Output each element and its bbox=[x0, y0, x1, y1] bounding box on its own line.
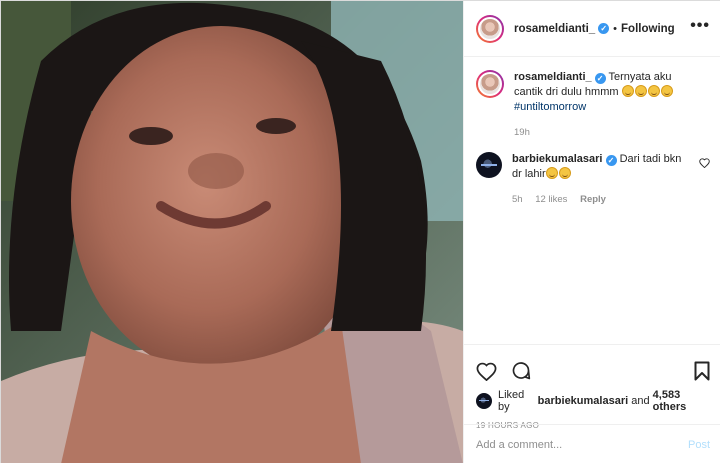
comment-likes[interactable]: 12 likes bbox=[535, 194, 567, 205]
likes-summary: Liked by barbiekumalasari and 4,583 othe… bbox=[476, 389, 710, 413]
caption-meta: 19h bbox=[514, 125, 689, 140]
liker-avatar[interactable] bbox=[476, 393, 492, 409]
commenter-username[interactable]: barbiekumalasari bbox=[512, 153, 603, 165]
emoji-icon bbox=[660, 85, 673, 97]
verified-icon: ✓ bbox=[594, 73, 606, 84]
author-avatar[interactable] bbox=[476, 14, 504, 43]
heart-icon[interactable] bbox=[476, 362, 497, 381]
add-comment-bar: Post bbox=[464, 424, 720, 463]
caption: rosameldianti_ ✓ Ternyata aku cantik dri … bbox=[476, 70, 710, 140]
post-side-panel: rosameldianti_ ✓ • Following ••• rosamel… bbox=[463, 1, 720, 463]
separator-dot: • bbox=[613, 22, 618, 35]
caption-hashtag-link[interactable]: #untiltomorrow bbox=[514, 100, 689, 115]
caption-avatar[interactable] bbox=[476, 70, 504, 98]
author-username[interactable]: rosameldianti_ bbox=[514, 23, 595, 35]
comment-meta: 5h 12 likes Reply bbox=[512, 192, 687, 207]
post-actions: Liked by barbiekumalasari and 4,583 othe… bbox=[464, 344, 720, 430]
bookmark-icon[interactable] bbox=[694, 361, 710, 384]
like-comment-heart-icon[interactable] bbox=[699, 158, 710, 171]
selfie-image bbox=[1, 1, 463, 463]
liker-username[interactable]: barbiekumalasari bbox=[538, 395, 629, 407]
emoji-icon bbox=[634, 85, 647, 97]
emoji-icon bbox=[545, 167, 558, 179]
comments-list[interactable]: rosameldianti_ ✓ Ternyata aku cantik dri … bbox=[464, 58, 720, 344]
likes-conjunction: and bbox=[631, 395, 650, 407]
likes-prefix: Liked by bbox=[498, 389, 525, 413]
emoji-group bbox=[545, 167, 572, 180]
commenter-avatar[interactable] bbox=[476, 152, 502, 178]
reply-button[interactable]: Reply bbox=[580, 194, 606, 205]
comment-icon[interactable] bbox=[511, 361, 531, 381]
verified-icon: ✓ bbox=[605, 155, 617, 166]
likes-others-link[interactable]: 4,583 others bbox=[653, 389, 710, 413]
caption-time[interactable]: 19h bbox=[514, 127, 530, 138]
add-comment-input[interactable] bbox=[476, 438, 688, 451]
follow-status-button[interactable]: Following bbox=[621, 23, 675, 35]
post-comment-button[interactable]: Post bbox=[688, 439, 710, 451]
emoji-icon bbox=[621, 85, 634, 97]
verified-icon: ✓ bbox=[598, 23, 610, 34]
comment-time[interactable]: 5h bbox=[512, 194, 523, 205]
caption-username[interactable]: rosameldianti_ bbox=[514, 71, 592, 83]
emoji-icon bbox=[558, 167, 571, 179]
comment-item: barbiekumalasari ✓ Dari tadi bkn dr lahir… bbox=[476, 152, 710, 207]
post-header: rosameldianti_ ✓ • Following ••• bbox=[464, 1, 720, 57]
more-options-icon[interactable]: ••• bbox=[690, 18, 710, 34]
post-modal: rosameldianti_ ✓ • Following ••• rosamel… bbox=[0, 0, 720, 463]
action-icons bbox=[476, 353, 710, 389]
emoji-icon bbox=[647, 85, 660, 97]
post-photo[interactable] bbox=[1, 1, 463, 463]
emoji-group bbox=[621, 85, 674, 98]
